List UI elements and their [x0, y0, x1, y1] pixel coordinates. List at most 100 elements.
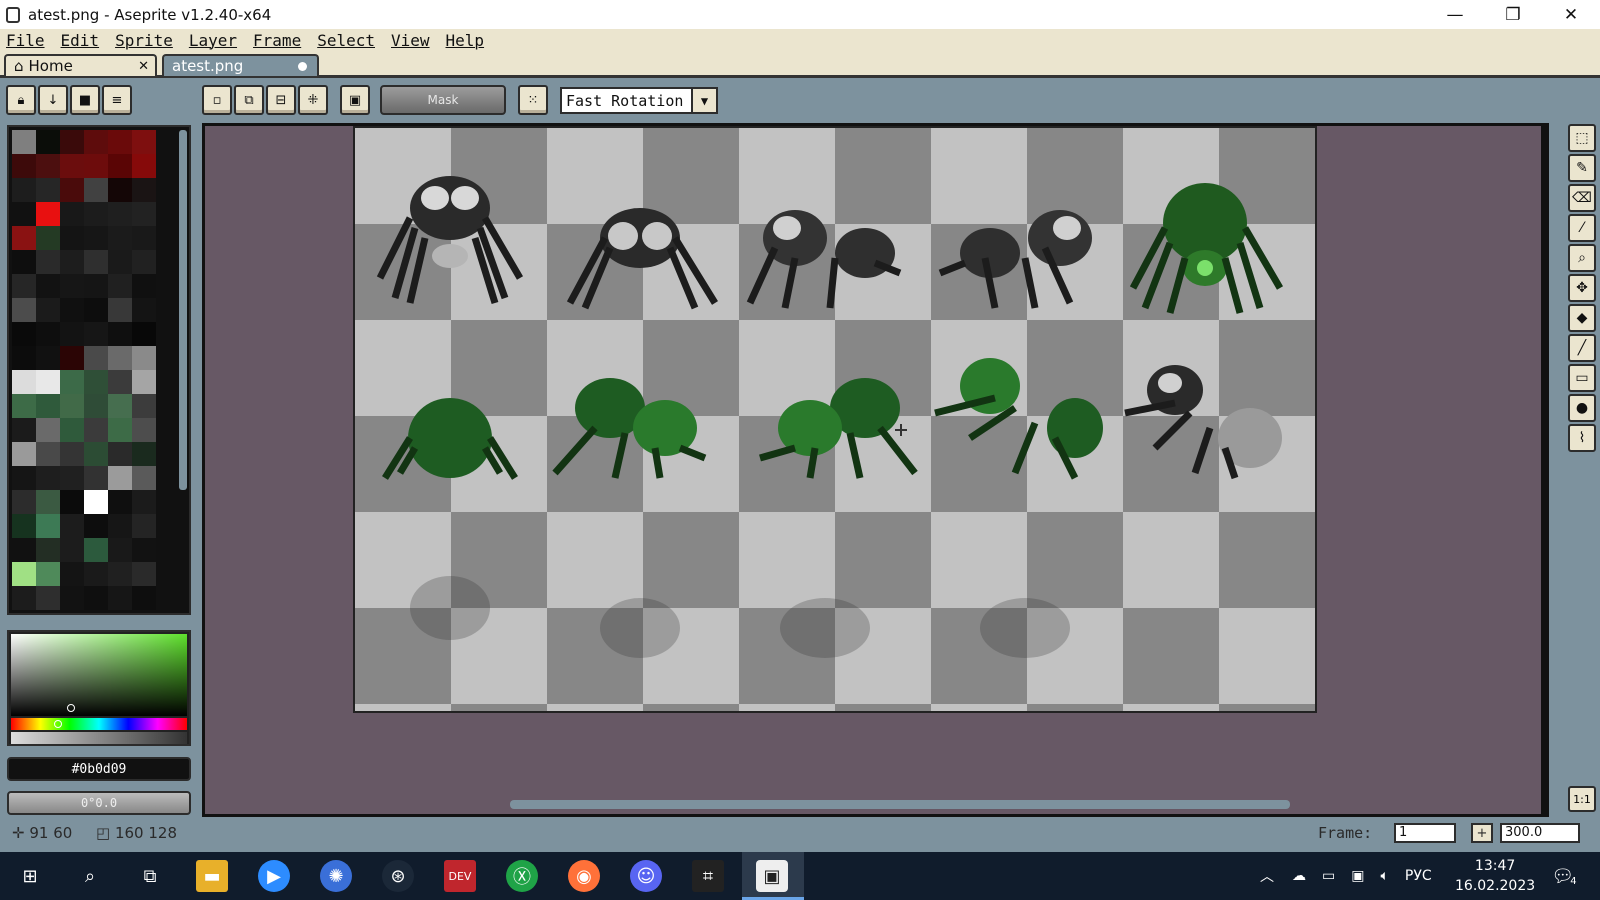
palette-swatch[interactable]: [60, 250, 84, 274]
color-picker[interactable]: [7, 630, 191, 746]
selection-subtract-icon[interactable]: ⊟: [266, 85, 296, 115]
palette-swatch[interactable]: [132, 130, 156, 154]
palette-swatch[interactable]: [36, 154, 60, 178]
zoom-icon[interactable]: ⌕: [1568, 244, 1596, 272]
battery-icon[interactable]: ▭: [1322, 868, 1335, 884]
palette-swatch[interactable]: [12, 394, 36, 418]
file-explorer-icon[interactable]: ▬: [196, 860, 228, 892]
palette-swatch[interactable]: [36, 538, 60, 562]
palette-swatch[interactable]: [60, 442, 84, 466]
close-button[interactable]: ✕: [1542, 0, 1600, 29]
palette-swatch[interactable]: [84, 538, 108, 562]
palette-swatch[interactable]: [36, 298, 60, 322]
lock-icon[interactable]: 🔒︎: [6, 85, 36, 115]
palette-swatch[interactable]: [60, 178, 84, 202]
palette-swatch[interactable]: [12, 346, 36, 370]
palette-swatch[interactable]: [132, 202, 156, 226]
palette-swatch[interactable]: [12, 154, 36, 178]
palette-swatch[interactable]: [84, 466, 108, 490]
palette-swatch[interactable]: [108, 466, 132, 490]
palette-swatch[interactable]: [108, 346, 132, 370]
palette-swatch[interactable]: [108, 226, 132, 250]
tab-atest[interactable]: atest.png: [162, 54, 319, 76]
rectangle-icon[interactable]: ▭: [1568, 364, 1596, 392]
line-icon[interactable]: ╱: [1568, 334, 1596, 362]
palette-swatch[interactable]: [84, 226, 108, 250]
selection-add-icon[interactable]: ⧉: [234, 85, 264, 115]
windows-start-icon[interactable]: ⊞: [14, 860, 46, 892]
move-icon[interactable]: ✥: [1568, 274, 1596, 302]
palette-grid[interactable]: [12, 130, 162, 610]
palette-swatch[interactable]: [108, 322, 132, 346]
palette-swatch[interactable]: [60, 370, 84, 394]
eraser-icon[interactable]: ⌫: [1568, 184, 1596, 212]
palette-swatch[interactable]: [12, 322, 36, 346]
aseprite-taskbar-icon[interactable]: ▣: [756, 860, 788, 892]
palette-swatch[interactable]: [132, 370, 156, 394]
palette-swatch[interactable]: [108, 370, 132, 394]
palette-swatch[interactable]: [12, 442, 36, 466]
palette-swatch[interactable]: [60, 274, 84, 298]
hue-slider[interactable]: [11, 718, 187, 730]
bucket-icon[interactable]: ◆: [1568, 304, 1596, 332]
palette-swatch[interactable]: [84, 370, 108, 394]
palette-swatch[interactable]: [36, 130, 60, 154]
sv-knob[interactable]: [67, 704, 75, 712]
palette-swatch[interactable]: [132, 250, 156, 274]
pencil-icon[interactable]: ✎: [1568, 154, 1596, 182]
alpha-slider[interactable]: [11, 732, 187, 744]
palette-swatch[interactable]: [12, 562, 36, 586]
palette-swatch[interactable]: [132, 418, 156, 442]
palette-swatch[interactable]: [132, 562, 156, 586]
chevron-up-icon[interactable]: ︿: [1260, 866, 1274, 886]
palette-swatch[interactable]: [108, 418, 132, 442]
palette-swatch[interactable]: [84, 418, 108, 442]
palette-swatch[interactable]: [60, 514, 84, 538]
palette-swatch[interactable]: [84, 346, 108, 370]
palette-swatch[interactable]: [36, 346, 60, 370]
alpha-field[interactable]: 0°0.0: [7, 791, 191, 815]
palette-swatch[interactable]: [132, 466, 156, 490]
palette-swatch[interactable]: [132, 514, 156, 538]
add-frame-button[interactable]: +: [1471, 823, 1493, 843]
palette-swatch[interactable]: [60, 322, 84, 346]
palette-swatch[interactable]: [132, 226, 156, 250]
language-indicator[interactable]: РУС: [1405, 868, 1432, 884]
chevron-down-icon[interactable]: ▼: [691, 87, 718, 114]
palette-swatch[interactable]: [60, 562, 84, 586]
palette-swatch[interactable]: [12, 130, 36, 154]
rotation-algorithm-select[interactable]: Fast Rotation ▼: [560, 87, 718, 114]
eyedropper-icon[interactable]: ⁄: [1568, 214, 1596, 242]
menu-view[interactable]: View: [391, 31, 430, 50]
palette-swatch[interactable]: [132, 178, 156, 202]
discord-icon[interactable]: ☺: [630, 860, 662, 892]
palette-swatch[interactable]: [132, 490, 156, 514]
zoom-field[interactable]: 300.0: [1500, 823, 1580, 843]
palette-swatch[interactable]: [60, 538, 84, 562]
palette-swatch[interactable]: [108, 442, 132, 466]
palette-swatch[interactable]: [132, 442, 156, 466]
palette-swatch[interactable]: [84, 322, 108, 346]
palette-swatch[interactable]: [108, 130, 132, 154]
palette-swatch[interactable]: [12, 226, 36, 250]
cloud-icon[interactable]: ☁: [1292, 868, 1306, 884]
palette-swatch[interactable]: [84, 178, 108, 202]
saturation-value-field[interactable]: [11, 634, 187, 716]
palette-swatch[interactable]: [60, 298, 84, 322]
marquee-icon[interactable]: ⬚: [1568, 124, 1596, 152]
menu-help[interactable]: Help: [446, 31, 485, 50]
palette-swatch[interactable]: [132, 274, 156, 298]
palette-swatch[interactable]: [84, 274, 108, 298]
palette-swatch[interactable]: [108, 178, 132, 202]
hex-color-field[interactable]: #0b0d09: [7, 757, 191, 781]
firefox-icon[interactable]: ◉: [568, 860, 600, 892]
palette-swatch[interactable]: [132, 394, 156, 418]
palette-swatch[interactable]: [108, 154, 132, 178]
palette-swatch[interactable]: [60, 490, 84, 514]
unsaved-dot-icon[interactable]: [298, 61, 307, 71]
palette-swatch[interactable]: [84, 394, 108, 418]
palette-swatch[interactable]: [84, 250, 108, 274]
selection-replace-icon[interactable]: ▫: [202, 85, 232, 115]
minimize-button[interactable]: —: [1426, 0, 1484, 29]
palette-swatch[interactable]: [132, 322, 156, 346]
